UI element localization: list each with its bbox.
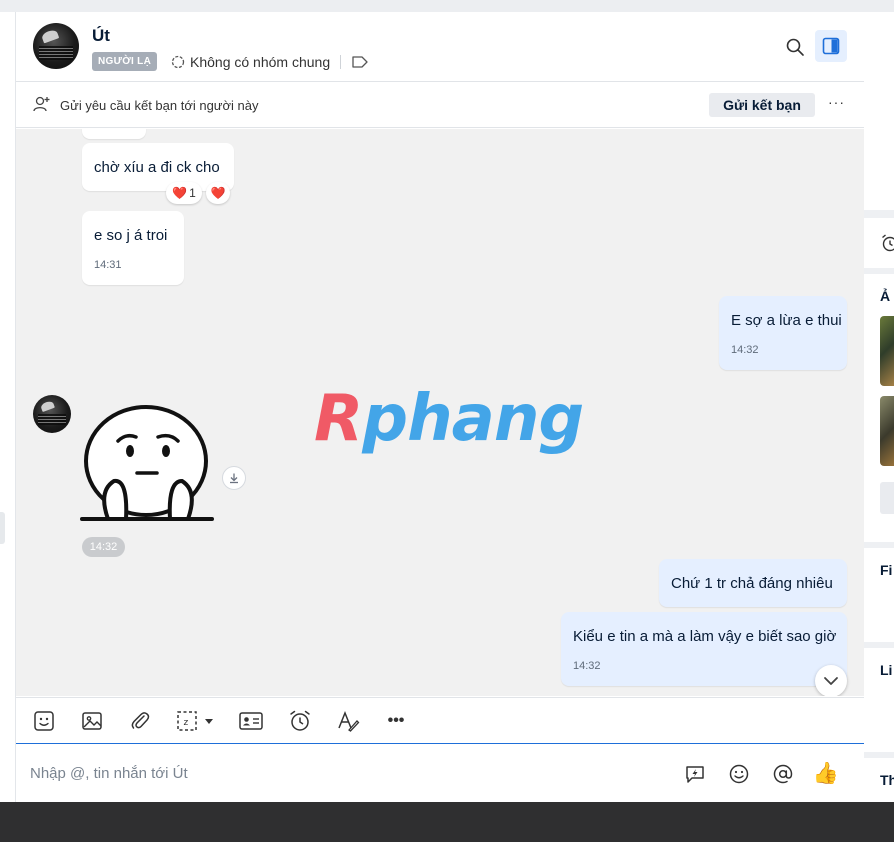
links-section: Li [864, 648, 894, 752]
quick-message-icon [686, 766, 704, 783]
alarm-clock-icon [882, 234, 894, 252]
add-reaction-button[interactable]: ❤️ [206, 182, 230, 204]
reminder-section[interactable] [864, 218, 894, 268]
emoji-icon [729, 764, 749, 784]
info-panel-top [864, 12, 894, 210]
message-time: 14:31 [94, 259, 122, 271]
watermark-logo: Rphang [314, 382, 584, 456]
send-like-button[interactable]: 👍 [813, 761, 839, 787]
friend-bar-more-button[interactable]: ··· [828, 94, 845, 110]
message-input[interactable] [30, 759, 670, 787]
text-format-icon [338, 710, 360, 732]
emoji-button[interactable] [726, 761, 752, 787]
settings-section-label[interactable]: Th [880, 772, 894, 788]
screenshot-icon: z [177, 711, 213, 731]
os-taskbar [0, 802, 894, 842]
chat-panel: Út NGƯỜI LẠ Không có nhóm chung Gửi yêu … [16, 12, 864, 802]
message-text: Chứ 1 tr chả đáng nhiêu [671, 575, 833, 592]
contact-avatar[interactable] [33, 23, 79, 69]
message-time: 14:32 [573, 660, 601, 672]
my-message-bubble[interactable]: Chứ 1 tr chả đáng nhiêu [659, 559, 847, 607]
svg-text:z: z [184, 718, 189, 728]
sticker-button[interactable] [32, 709, 56, 733]
scroll-to-bottom-button[interactable] [815, 665, 847, 696]
reminder-icon [290, 710, 310, 731]
quick-message-button[interactable] [682, 761, 708, 787]
search-button[interactable] [782, 34, 808, 60]
settings-section: Th [864, 758, 894, 802]
files-section: Fi [864, 548, 894, 642]
download-sticker-button[interactable] [222, 466, 246, 490]
message-bubble[interactable]: e so j á troi 14:31 [82, 211, 184, 285]
sticker-worried-face[interactable] [78, 401, 218, 523]
common-groups-info: Không có nhóm chung [170, 53, 369, 71]
add-friend-icon [33, 95, 51, 118]
download-icon [230, 473, 238, 484]
composer-toolbar: z ••• [16, 697, 864, 744]
media-thumbnail[interactable] [880, 316, 894, 386]
attachment-icon [131, 712, 150, 729]
conversation-list-edge [0, 12, 16, 802]
media-section: Ả [864, 274, 894, 542]
links-section-label[interactable]: Li [880, 662, 892, 678]
window-top-strip [0, 0, 894, 12]
text-format-button[interactable] [336, 709, 360, 733]
zalo-chat-window: Út NGƯỜI LẠ Không có nhóm chung Gửi yêu … [0, 0, 894, 842]
sender-avatar[interactable] [33, 395, 71, 433]
reaction-heart-count[interactable]: ❤️ 1 [166, 182, 202, 204]
more-tools-button[interactable]: ••• [384, 709, 408, 733]
mention-button[interactable] [770, 761, 796, 787]
search-icon [786, 38, 804, 56]
reminder-button[interactable] [288, 709, 312, 733]
message-list[interactable]: chờ xíu a đi ck cho ❤️ 1 ❤️ e so j á tro… [16, 129, 864, 696]
toggle-info-panel-button[interactable] [815, 30, 847, 62]
tag-icon[interactable] [351, 55, 369, 69]
friend-request-bar: Gửi yêu cầu kết bạn tới người này Gửi kế… [16, 82, 864, 128]
message-text: chờ xíu a đi ck cho [94, 159, 220, 176]
message-time: 14:32 [731, 344, 759, 356]
contact-name[interactable]: Út [92, 26, 110, 46]
view-all-media-button[interactable] [880, 482, 894, 514]
contact-card-button[interactable] [238, 709, 264, 733]
message-bubble-partial[interactable] [82, 129, 146, 139]
my-message-bubble[interactable]: E sợ a lừa e thui 14:32 [719, 296, 847, 370]
image-icon [82, 712, 102, 730]
media-section-label[interactable]: Ả [880, 288, 890, 304]
files-section-label[interactable]: Fi [880, 562, 892, 578]
sticker-icon [34, 711, 54, 731]
common-groups-text: Không có nhóm chung [190, 54, 331, 70]
message-text: Kiểu e tin a mà a làm vậy e biết sao giờ [573, 628, 837, 645]
message-composer: 👍 [16, 745, 864, 802]
send-friend-request-button[interactable]: Gửi kết bạn [709, 93, 815, 117]
media-thumbnail[interactable] [880, 396, 894, 466]
heart-reaction-icon: ❤️ [172, 186, 188, 200]
friend-request-text: Gửi yêu cầu kết bạn tới người này [60, 98, 259, 113]
reaction-count: 1 [189, 186, 196, 200]
chat-header: Út NGƯỜI LẠ Không có nhóm chung [16, 12, 864, 82]
group-icon [170, 54, 186, 70]
at-sign-icon [773, 764, 793, 784]
message-text: e so j á troi [94, 227, 168, 244]
heart-reaction-icon: ❤️ [210, 186, 226, 200]
chevron-down-icon [824, 677, 838, 685]
image-button[interactable] [80, 709, 104, 733]
screenshot-button[interactable]: z [176, 709, 218, 733]
my-message-bubble[interactable]: Kiểu e tin a mà a làm vậy e biết sao giờ… [561, 612, 847, 686]
header-divider [340, 55, 342, 69]
collapse-handle[interactable] [0, 512, 5, 544]
message-text: E sợ a lừa e thui [731, 312, 842, 329]
stranger-badge: NGƯỜI LẠ [92, 52, 158, 71]
attach-file-button[interactable] [128, 709, 152, 733]
sticker-time: 14:32 [82, 537, 125, 557]
contact-card-icon [239, 712, 263, 730]
conversation-info-panel: Ả Fi Li Th [864, 12, 894, 802]
side-panel-icon [822, 37, 840, 55]
